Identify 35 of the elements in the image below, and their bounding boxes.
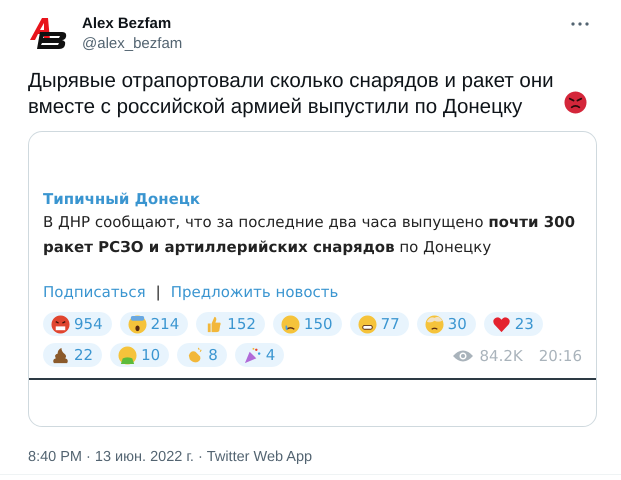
exploding-emoji-icon xyxy=(424,314,444,334)
reaction-button[interactable]: 8 xyxy=(177,343,227,367)
reaction-button[interactable]: 23 xyxy=(484,312,543,336)
link-separator: | xyxy=(156,282,161,302)
message-time: 20:16 xyxy=(538,347,582,365)
reaction-button[interactable]: 30 xyxy=(416,312,476,336)
scream-emoji-icon xyxy=(128,314,147,334)
heart-emoji-icon xyxy=(492,314,511,334)
channel-link[interactable]: Подписаться xyxy=(43,282,146,302)
channel-link[interactable]: Предложить новость xyxy=(170,282,338,302)
message-text: В ДНР сообщают, что за последние два часа выпущено почти 300 ракет РСЗО и артиллерийских снарядов по Донецку xyxy=(43,212,576,258)
poo-emoji-icon xyxy=(51,346,70,364)
logo-icon xyxy=(28,16,68,50)
tweet-timestamp: 8:40 PM · 13 июн. 2022 г. · Twitter Web App xyxy=(28,449,314,465)
reaction-button[interactable]: 150 xyxy=(272,312,342,336)
author-handle[interactable]: @alex_bezfam xyxy=(82,34,182,54)
eye-icon xyxy=(452,349,474,363)
angry-emoji-icon xyxy=(51,314,70,334)
channel-name[interactable]: Типичный Донецк xyxy=(43,188,582,210)
reaction-button[interactable]: 22 xyxy=(43,343,102,367)
angry-emoji-icon xyxy=(564,91,587,114)
author-name[interactable]: Alex Bezfam xyxy=(82,14,182,34)
reaction-button[interactable]: 152 xyxy=(196,312,265,336)
tweet-text: Дырявые отрапортовали сколько снарядов и ракет они вместе с российской армией выпустили по Донецку xyxy=(28,68,555,120)
reaction-button[interactable]: 214 xyxy=(120,312,188,336)
view-count: 84.2K xyxy=(480,347,523,365)
reaction-button[interactable]: 954 xyxy=(43,312,112,336)
cry-emoji-icon xyxy=(280,314,300,334)
grin-emoji-icon xyxy=(358,314,377,334)
reaction-button[interactable]: 10 xyxy=(110,343,170,367)
reaction-button[interactable]: 4 xyxy=(234,343,284,367)
embed-card[interactable] xyxy=(28,131,597,427)
party-emoji-icon xyxy=(242,346,262,364)
more-icon[interactable] xyxy=(571,22,589,26)
reaction-button[interactable]: 77 xyxy=(350,312,409,336)
